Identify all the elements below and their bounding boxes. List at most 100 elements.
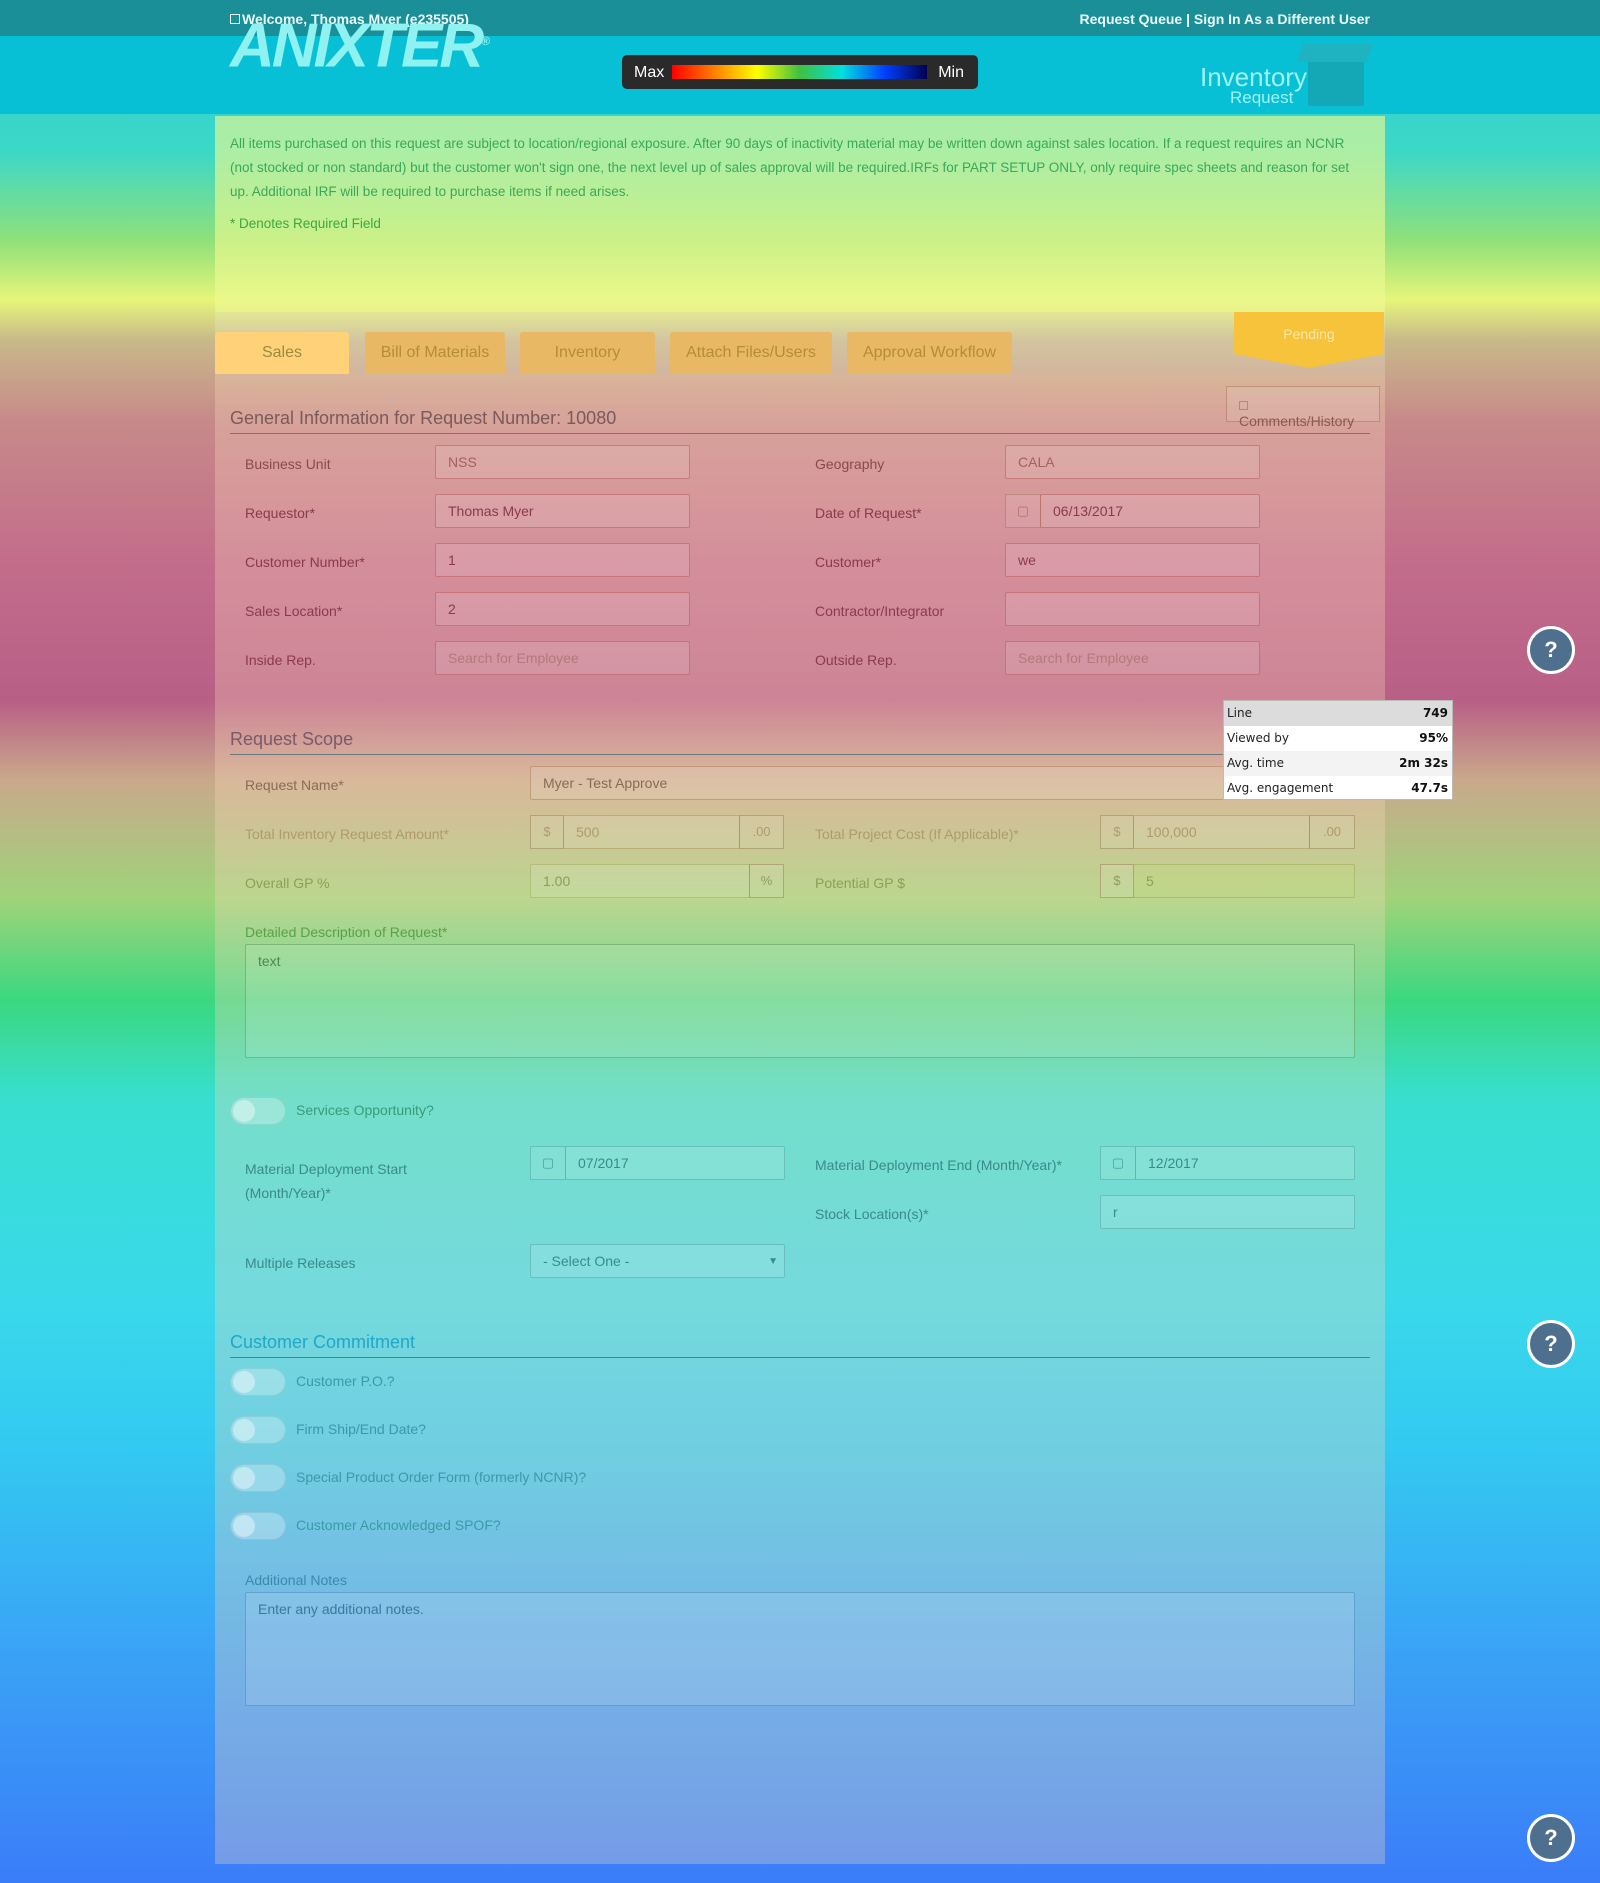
customer-po-label: Customer P.O.? <box>296 1373 395 1389</box>
total-project-cost-label: Total Project Cost (If Applicable)* <box>815 826 1019 842</box>
inside-rep-search-input[interactable]: Search for Employee <box>435 641 690 675</box>
customer-number-label: Customer Number* <box>245 554 365 570</box>
customer-commitment-title: Customer Commitment <box>230 1332 1370 1358</box>
contractor-integrator-field[interactable] <box>1005 592 1260 626</box>
tooltip-key: Avg. engagement <box>1227 781 1334 795</box>
tab-bill-of-materials[interactable]: Bill of Materials <box>365 332 505 374</box>
firm-ship-end-date-toggle[interactable] <box>230 1416 286 1444</box>
deployment-start-field[interactable]: 07/2017 <box>565 1146 785 1180</box>
tab-inventory[interactable]: Inventory <box>520 332 655 374</box>
customer-po-toggle[interactable] <box>230 1368 286 1396</box>
multiple-releases-label: Multiple Releases <box>245 1255 356 1271</box>
help-button[interactable]: ? <box>1527 1814 1575 1862</box>
total-inventory-cents-addon: .00 <box>739 815 784 849</box>
tooltip-value: 47.7s <box>1411 781 1448 795</box>
anixter-logo[interactable]: ANIXTER® <box>230 10 490 78</box>
request-name-label: Request Name* <box>245 777 344 793</box>
special-product-order-toggle[interactable] <box>230 1464 286 1492</box>
required-field-note: * Denotes Required Field <box>230 216 381 231</box>
calendar-icon[interactable]: ▢ <box>530 1146 566 1180</box>
firm-ship-end-date-label: Firm Ship/End Date? <box>296 1421 426 1437</box>
intro-text: All items purchased on this request are … <box>230 136 1350 199</box>
detailed-description-label: Detailed Description of Request* <box>245 924 448 940</box>
tooltip-key: Line <box>1227 706 1253 720</box>
multiple-releases-select[interactable]: - Select One - ▼ <box>530 1244 785 1278</box>
help-button[interactable]: ? <box>1527 626 1575 674</box>
additional-notes-textarea[interactable]: Enter any additional notes. <box>245 1592 1355 1706</box>
heatmap-legend: Max Min <box>622 55 978 89</box>
stock-location-field[interactable]: r <box>1100 1195 1355 1229</box>
tooltip-row-viewed: Viewed by 95% <box>1224 726 1452 751</box>
deployment-end-label: Material Deployment End (Month/Year)* <box>815 1157 1062 1173</box>
overall-gp-percent-addon: % <box>749 864 784 898</box>
inventory-request-logo: Inventory Request <box>1200 40 1374 110</box>
overall-gp-label: Overall GP % <box>245 875 330 891</box>
total-project-cents-addon: .00 <box>1309 815 1355 849</box>
help-button[interactable]: ? <box>1527 1320 1575 1368</box>
customer-number-field[interactable]: 1 <box>435 543 690 577</box>
inventory-logo-line2: Request <box>1230 88 1294 107</box>
link-separator: | <box>1186 11 1191 27</box>
geography-label: Geography <box>815 456 885 472</box>
detailed-description-textarea[interactable]: text <box>245 944 1355 1058</box>
total-inventory-amount-field[interactable]: 500 <box>563 815 740 849</box>
sales-location-field[interactable]: 2 <box>435 592 690 626</box>
top-links: Request Queue | Sign In As a Different U… <box>1080 11 1370 27</box>
tooltip-key: Viewed by <box>1227 731 1290 745</box>
intro-notice: All items purchased on this request are … <box>215 116 1385 312</box>
request-scope-title-text: Request Scope <box>230 729 354 749</box>
outside-rep-label: Outside Rep. <box>815 652 897 668</box>
tab-attach-files-users[interactable]: Attach Files/Users <box>670 332 832 374</box>
potential-gp-field: 5 <box>1133 864 1355 898</box>
deployment-end-field[interactable]: 12/2017 <box>1135 1146 1355 1180</box>
date-of-request-label: Date of Request* <box>815 505 922 521</box>
overall-gp-field[interactable]: 1.00 <box>530 864 750 898</box>
geography-field[interactable]: CALA <box>1005 445 1260 479</box>
tooltip-row-avg-time: Avg. time 2m 32s <box>1224 751 1452 776</box>
request-queue-link[interactable]: Request Queue <box>1080 11 1183 27</box>
calendar-icon[interactable]: ▢ <box>1100 1146 1136 1180</box>
heatmap-tooltip: Line 749 Viewed by 95% Avg. time 2m 32s Avg… <box>1223 700 1453 800</box>
business-unit-label: Business Unit <box>245 456 331 472</box>
multiple-releases-selected: - Select One - <box>543 1253 630 1269</box>
request-scope-title: Request Scope <box>230 729 1370 755</box>
tooltip-row-avg-engagement: Avg. engagement 47.7s <box>1224 776 1452 801</box>
tooltip-value: 749 <box>1422 706 1448 720</box>
additional-notes-label: Additional Notes <box>245 1572 347 1588</box>
tooltip-value: 95% <box>1419 731 1448 745</box>
general-info-title-text: General Information for Request Number: … <box>230 408 617 428</box>
caret-down-icon: ▼ <box>768 1256 778 1267</box>
general-info-title: General Information for Request Number: … <box>230 408 1370 434</box>
customer-field[interactable]: we <box>1005 543 1260 577</box>
deployment-start-label-line2: (Month/Year)* <box>245 1185 331 1201</box>
business-unit-field[interactable]: NSS <box>435 445 690 479</box>
contractor-integrator-label: Contractor/Integrator <box>815 603 945 619</box>
total-project-currency-addon: $ <box>1100 815 1134 849</box>
total-inventory-currency-addon: $ <box>530 815 564 849</box>
tooltip-value: 2m 32s <box>1399 756 1448 770</box>
customer-label: Customer* <box>815 554 882 570</box>
stock-location-label: Stock Location(s)* <box>815 1206 929 1222</box>
customer-commitment-title-text: Customer Commitment <box>230 1332 416 1352</box>
special-product-order-label: Special Product Order Form (formerly NCN… <box>296 1469 587 1485</box>
outside-rep-search-input[interactable]: Search for Employee <box>1005 641 1260 675</box>
date-of-request-field[interactable]: 06/13/2017 <box>1040 494 1260 528</box>
potential-gp-currency-addon: $ <box>1100 864 1134 898</box>
sign-in-different-user-link[interactable]: Sign In As a Different User <box>1194 11 1370 27</box>
tab-approval-workflow[interactable]: Approval Workflow <box>847 332 1012 374</box>
total-project-cost-field[interactable]: 100,000 <box>1133 815 1310 849</box>
sales-location-label: Sales Location* <box>245 603 343 619</box>
customer-acknowledged-spof-toggle[interactable] <box>230 1512 286 1540</box>
inside-rep-label: Inside Rep. <box>245 652 316 668</box>
tooltip-key: Avg. time <box>1227 756 1284 770</box>
total-inventory-amount-label: Total Inventory Request Amount* <box>245 826 449 842</box>
tooltip-row-line: Line 749 <box>1224 701 1452 726</box>
legend-min-label: Min <box>938 64 964 81</box>
calendar-icon[interactable]: ▢ <box>1005 494 1041 528</box>
tab-sales[interactable]: Sales <box>215 332 349 374</box>
deployment-start-label: Material Deployment Start (Month/Year)* <box>245 1157 407 1205</box>
box-lid <box>1296 44 1374 62</box>
requestor-field[interactable]: Thomas Myer <box>435 494 690 528</box>
requestor-label: Requestor* <box>245 505 316 521</box>
services-opportunity-toggle[interactable] <box>230 1097 286 1125</box>
